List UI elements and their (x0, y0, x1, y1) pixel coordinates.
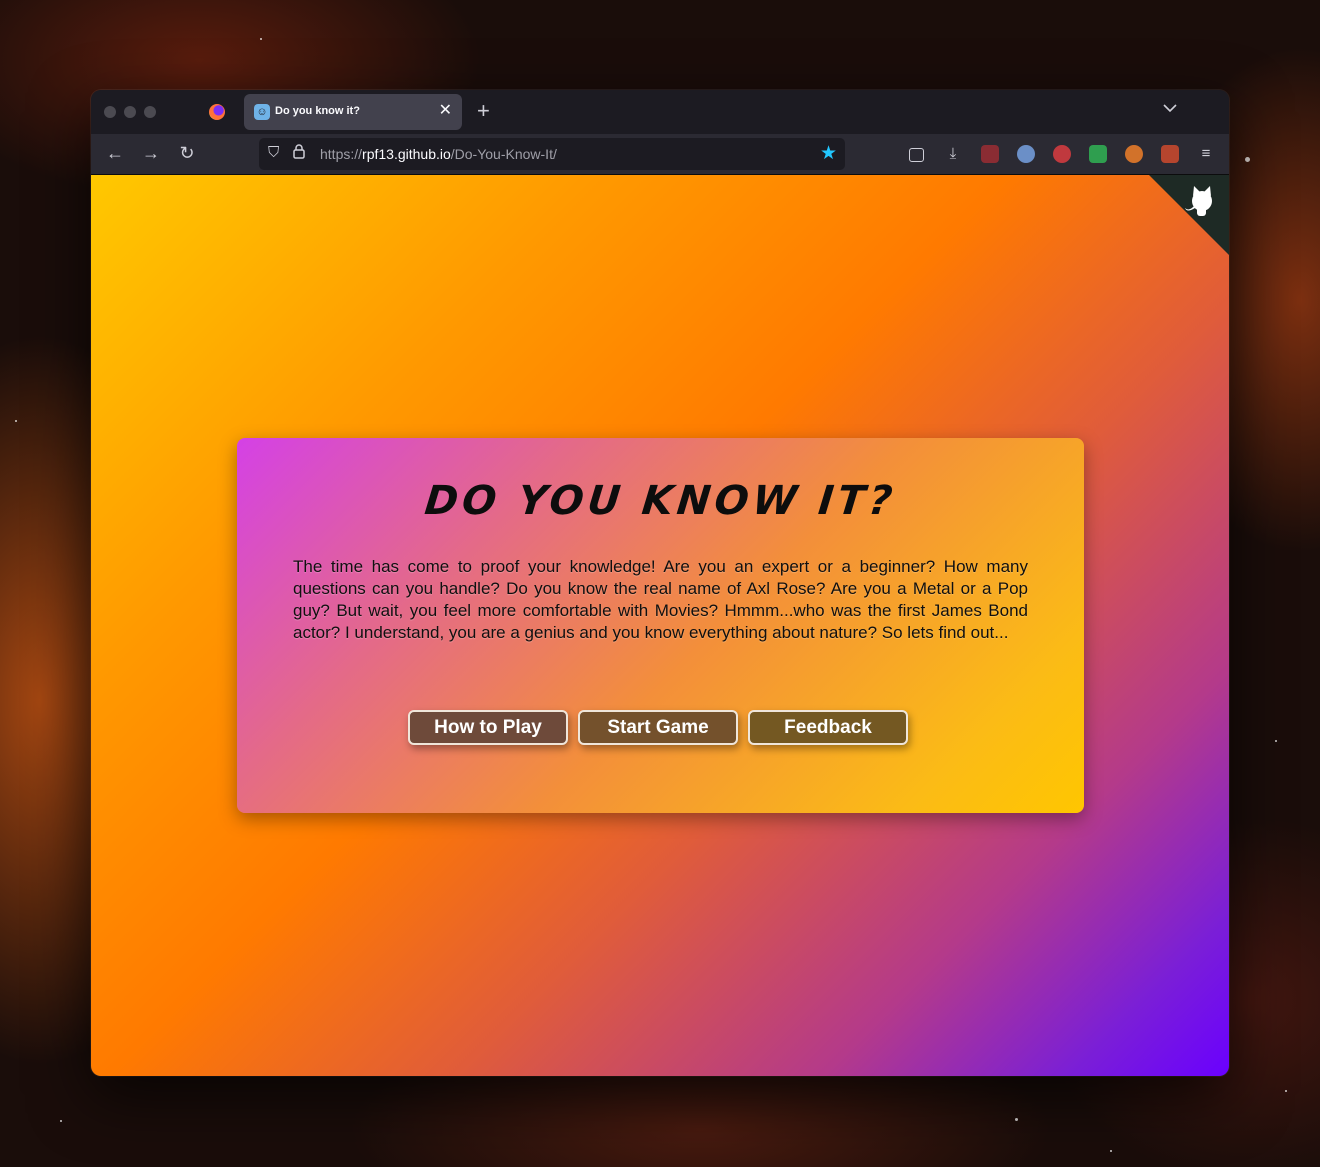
firefox-icon (209, 104, 225, 120)
page-content: Do you know it? The time has come to pro… (91, 175, 1229, 1076)
intro-text: The time has come to proof your knowledg… (293, 557, 1028, 642)
start-game-button[interactable]: Start Game (578, 710, 738, 745)
ext-5-icon[interactable] (1161, 145, 1179, 163)
ext-2-icon[interactable] (1017, 145, 1035, 163)
ext-1-icon[interactable] (981, 145, 999, 163)
robot-icon: ☺ (254, 104, 270, 120)
star (260, 38, 262, 40)
star (1015, 1118, 1018, 1121)
window-close-button[interactable] (104, 106, 116, 118)
url-path: /Do-You-Know-It/ (450, 146, 557, 162)
how-to-play-button[interactable]: How to Play (408, 710, 568, 745)
star (1285, 1090, 1287, 1092)
url-bar[interactable]: ⛉ https://rpf13.github.io/Do-You-Know-It… (259, 138, 845, 170)
tab-active[interactable]: ☺ Do you know it? ✕ (244, 94, 462, 130)
url-host: rpf13.github.io (362, 146, 451, 162)
back-button[interactable]: ← (103, 142, 127, 164)
new-tab-button[interactable]: + (477, 99, 490, 123)
forward-button[interactable]: → (139, 142, 163, 164)
window-zoom-button[interactable] (144, 106, 156, 118)
ext-4-icon[interactable] (1125, 145, 1143, 163)
downloads-icon[interactable]: ⤓ (944, 145, 962, 163)
tab-bar: ☺ Do you know it? ✕ + (91, 90, 1229, 134)
star (1275, 740, 1277, 742)
close-icon[interactable]: ✕ (439, 102, 452, 120)
ext-3-icon[interactable] (1053, 145, 1071, 163)
pocket-icon[interactable] (909, 148, 924, 162)
url-scheme: https:// (320, 146, 363, 162)
window-minimize-button[interactable] (124, 106, 136, 118)
star (15, 420, 17, 422)
lock-icon[interactable] (293, 144, 305, 162)
adblock-shield-icon[interactable] (1089, 145, 1107, 163)
nav-bar: ← → ↻ ⛉ https://rpf13.github.io/Do-You-K… (91, 134, 1229, 175)
github-octocat-icon[interactable] (1149, 175, 1229, 255)
shield-icon[interactable]: ⛉ (268, 144, 279, 161)
intro-card: Do you know it? The time has come to pro… (237, 438, 1084, 813)
tab-title: Do you know it? (275, 105, 360, 117)
star (1110, 1150, 1112, 1152)
bookmark-star-icon[interactable]: ★ (820, 142, 837, 165)
reload-button[interactable]: ↻ (175, 142, 199, 164)
url-text[interactable]: https://rpf13.github.io/Do-You-Know-It/ (320, 146, 557, 162)
star (60, 1120, 62, 1122)
star (1245, 157, 1250, 162)
chevron-down-icon[interactable] (1163, 100, 1177, 116)
page-title: Do you know it? (422, 478, 899, 524)
browser-window: ☺ Do you know it? ✕ + ← → ↻ ⛉ https://rp… (91, 90, 1229, 1076)
feedback-button[interactable]: Feedback (748, 710, 908, 745)
menu-icon[interactable]: ≡ (1197, 145, 1215, 163)
